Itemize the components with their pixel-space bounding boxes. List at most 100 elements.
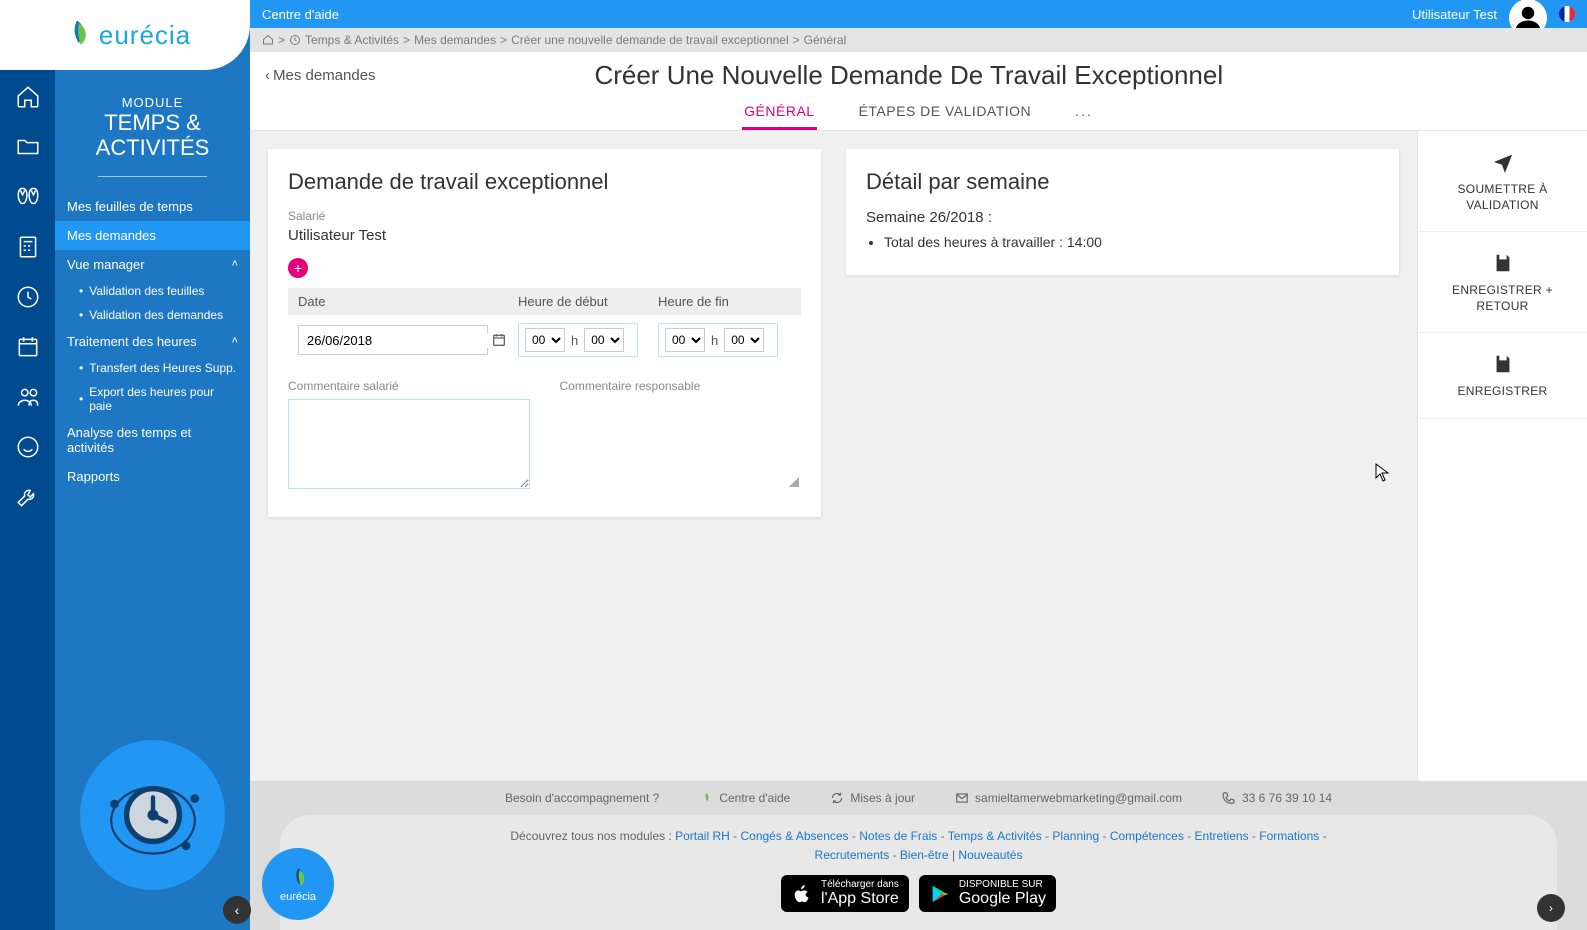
salarie-label: Salarié xyxy=(288,209,801,223)
refresh-icon xyxy=(830,791,844,805)
brand-text: eurécia xyxy=(99,20,191,51)
scroll-right-button[interactable]: › xyxy=(1537,894,1565,922)
h-sep: h xyxy=(711,333,718,348)
sidebar-sub-valid-feuilles[interactable]: Validation des feuilles xyxy=(55,279,250,303)
send-icon xyxy=(1492,151,1514,173)
play-icon xyxy=(929,883,951,905)
start-hour-select[interactable]: 00 xyxy=(525,328,565,352)
end-hour-select[interactable]: 00 xyxy=(665,328,705,352)
sidebar-item-feuilles[interactable]: Mes feuilles de temps xyxy=(55,192,250,221)
footer-module-link[interactable]: Bien-être xyxy=(900,848,949,862)
home-icon[interactable] xyxy=(262,34,274,46)
table-header: Date Heure de début Heure de fin xyxy=(288,288,801,315)
rail-flipflops-icon[interactable] xyxy=(0,175,55,219)
module-title: TEMPS & ACTIVITÉS xyxy=(75,110,230,161)
sidebar-sub-valid-demandes[interactable]: Validation des demandes xyxy=(55,303,250,327)
rail-wrench-icon[interactable] xyxy=(0,475,55,519)
page-header: ‹ Mes demandes Créer Une Nouvelle Demand… xyxy=(250,52,1587,131)
action-panel: SOUMETTRE À VALIDATION ENREGISTRER + RET… xyxy=(1417,131,1587,781)
card-title: Demande de travail exceptionnel xyxy=(288,169,801,195)
footer-module-link[interactable]: Congés & Absences xyxy=(740,829,848,843)
sidebar-item-traitement[interactable]: Traitement des heures ˄ xyxy=(55,327,250,356)
rail-calendar-icon[interactable] xyxy=(0,325,55,369)
leaf-icon xyxy=(59,16,95,55)
footer-module-link[interactable]: Temps & Activités xyxy=(948,829,1042,843)
rail-calculator-icon[interactable] xyxy=(0,225,55,269)
footer-module-link[interactable]: Planning xyxy=(1052,829,1099,843)
rail-clock-icon[interactable] xyxy=(0,275,55,319)
footer-news-link[interactable]: Nouveautés xyxy=(958,848,1022,862)
footer-module-link[interactable]: Compétences xyxy=(1110,829,1184,843)
brand-logo[interactable]: eurécia xyxy=(0,0,250,70)
footer-phone[interactable]: 33 6 76 39 10 14 xyxy=(1222,791,1332,805)
submit-button[interactable]: SOUMETTRE À VALIDATION xyxy=(1418,131,1587,232)
calendar-icon[interactable] xyxy=(491,332,507,348)
rail-people-icon[interactable] xyxy=(0,375,55,419)
footer-help-link[interactable]: Centre d'aide xyxy=(699,791,790,805)
comment-salarie-input[interactable] xyxy=(288,399,530,489)
sidebar-item-analyse[interactable]: Analyse des temps et activités xyxy=(55,418,250,462)
tab-etapes[interactable]: ÉTAPES DE VALIDATION xyxy=(857,97,1034,130)
start-time-group: 00 h 00 xyxy=(518,323,638,357)
playstore-badge[interactable]: DISPONIBLE SURGoogle Play xyxy=(919,875,1056,912)
sidebar-nav: Mes feuilles de temps Mes demandes Vue m… xyxy=(55,192,250,491)
rail-folder-icon[interactable] xyxy=(0,125,55,169)
detail-title: Détail par semaine xyxy=(866,169,1379,195)
footer-modules: Découvrez tous nos modules : Portail RH … xyxy=(340,827,1497,865)
sidebar-item-label: Traitement des heures xyxy=(67,334,197,349)
sidebar-illustration xyxy=(55,715,250,930)
footer-module-link[interactable]: Portail RH xyxy=(675,829,730,843)
appstore-badge[interactable]: Télécharger dansl'App Store xyxy=(781,875,909,912)
chevron-up-icon: ˄ xyxy=(232,335,238,347)
rail-home-icon[interactable] xyxy=(0,75,55,119)
topbar-user[interactable]: Utilisateur Test xyxy=(1412,7,1497,22)
rail-smile-icon[interactable] xyxy=(0,425,55,469)
sidebar-sub-export[interactable]: Export des heures pour paie xyxy=(55,380,250,418)
breadcrumb-sep: > xyxy=(500,33,507,47)
sidebar-item-label: Validation des demandes xyxy=(89,308,223,322)
footer-module-link[interactable]: Recrutements xyxy=(815,848,890,862)
start-min-select[interactable]: 00 xyxy=(584,328,624,352)
footer-module-link[interactable]: Formations xyxy=(1259,829,1319,843)
back-link[interactable]: ‹ Mes demandes xyxy=(265,67,376,84)
icon-rail xyxy=(0,0,55,930)
save-back-button[interactable]: ENREGISTRER + RETOUR xyxy=(1418,232,1587,333)
add-row-button[interactable]: + xyxy=(288,258,308,278)
footer-link-label: Centre d'aide xyxy=(719,791,790,805)
footer-logo[interactable]: eurécia xyxy=(262,848,334,920)
collapse-sidebar-button[interactable]: ‹ xyxy=(223,896,251,924)
module-header: MODULE TEMPS & ACTIVITÉS xyxy=(55,95,250,192)
module-label: MODULE xyxy=(75,95,230,110)
sidebar-item-manager[interactable]: Vue manager˄ xyxy=(55,250,250,279)
col-start: Heure de début xyxy=(518,294,638,309)
save-button[interactable]: ENREGISTRER xyxy=(1418,333,1587,419)
back-link-label: Mes demandes xyxy=(273,67,376,84)
help-link[interactable]: Centre d'aide xyxy=(262,7,339,22)
tab-more[interactable]: ... xyxy=(1073,97,1095,130)
footer-link-label: samieltamerwebmarketing@gmail.com xyxy=(975,791,1182,805)
footer-module-link[interactable]: Entretiens xyxy=(1195,829,1249,843)
breadcrumb-item[interactable]: Mes demandes xyxy=(414,33,496,47)
sidebar-item-label: Validation des feuilles xyxy=(89,284,204,298)
flag-fr-icon[interactable] xyxy=(1559,6,1575,22)
clock-icon xyxy=(289,34,301,46)
tab-general[interactable]: GÉNÉRAL xyxy=(742,97,816,130)
main: Centre d'aide Utilisateur Test > Temps &… xyxy=(250,0,1587,930)
sidebar: eurécia MODULE TEMPS & ACTIVITÉS Mes feu… xyxy=(55,0,250,930)
action-label: ENREGISTRER + RETOUR xyxy=(1428,283,1577,314)
end-min-select[interactable]: 00 xyxy=(724,328,764,352)
breadcrumb-sep: > xyxy=(403,33,410,47)
breadcrumb-item[interactable]: Créer une nouvelle demande de travail ex… xyxy=(511,33,789,47)
comment-salarie-label: Commentaire salarié xyxy=(288,379,530,393)
breadcrumb-item[interactable]: Temps & Activités xyxy=(305,33,399,47)
date-field[interactable] xyxy=(299,333,491,348)
date-input[interactable] xyxy=(298,325,488,355)
footer-updates-link[interactable]: Mises à jour xyxy=(830,791,915,805)
footer-module-link[interactable]: Notes de Frais xyxy=(859,829,937,843)
footer-email-link[interactable]: samieltamerwebmarketing@gmail.com xyxy=(955,791,1182,805)
sidebar-sub-transfert[interactable]: Transfert des Heures Supp. xyxy=(55,356,250,380)
table-row: 00 h 00 00 h 00 xyxy=(288,315,801,367)
sidebar-item-rapports[interactable]: Rapports xyxy=(55,462,250,491)
badge-small: Télécharger dans xyxy=(821,879,899,890)
sidebar-item-demandes[interactable]: Mes demandes xyxy=(55,221,250,250)
